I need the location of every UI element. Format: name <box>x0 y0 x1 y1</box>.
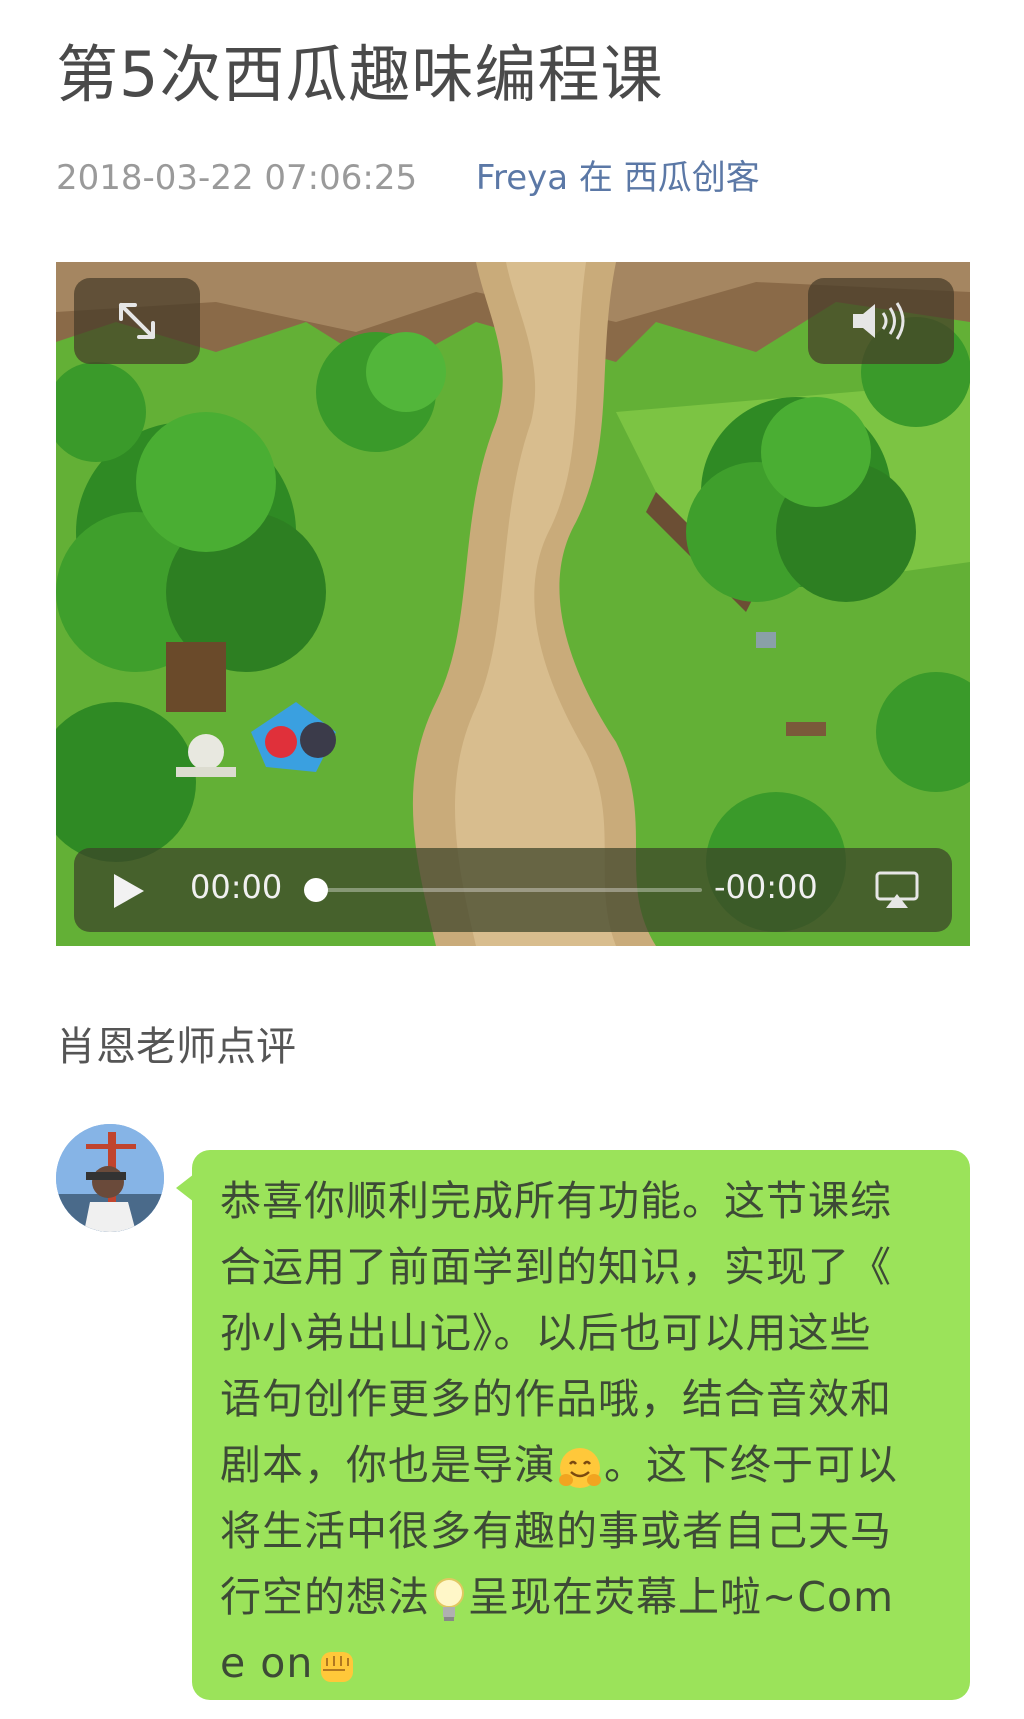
current-time: 00:00 <box>190 868 283 906</box>
teacher-photo <box>56 1124 164 1232</box>
review-heading: 肖恩老师点评 <box>56 1024 296 1070</box>
review-comment-bubble: 恭喜你顺利完成所有功能。这节课综 合运用了前面学到的知识，实现了《 孙小弟出山记… <box>176 1150 970 1700</box>
fist-emoji <box>321 1652 354 1682</box>
review-comment-text: 恭喜你顺利完成所有功能。这节课综 合运用了前面学到的知识，实现了《 孙小弟出山记… <box>220 1177 898 1687</box>
remaining-time: -00:00 <box>714 868 818 906</box>
page-title: 第5次西瓜趣味编程课 <box>56 38 664 111</box>
video-controls: 00:00 -00:00 <box>74 848 952 932</box>
author-link[interactable]: Freya 在 西瓜创客 <box>476 158 760 198</box>
video-player[interactable]: 00:00 -00:00 <box>56 262 970 946</box>
airplay-icon[interactable] <box>874 870 920 910</box>
play-icon[interactable] <box>110 872 146 910</box>
speaker-icon <box>853 302 905 340</box>
seek-bar[interactable] <box>312 888 702 892</box>
post-date: 2018-03-22 07:06:25 <box>56 158 418 198</box>
expand-icon <box>119 303 155 339</box>
light-bulb-emoji <box>434 1578 464 1621</box>
hugging-face-emoji <box>559 1448 601 1488</box>
avatar[interactable] <box>56 1124 164 1232</box>
fullscreen-button[interactable] <box>74 278 200 364</box>
seek-handle[interactable] <box>304 878 328 902</box>
post-meta: 2018-03-22 07:06:25 Freya 在 西瓜创客 <box>56 150 760 199</box>
mute-button[interactable] <box>808 278 954 364</box>
video-thumbnail <box>56 262 970 946</box>
